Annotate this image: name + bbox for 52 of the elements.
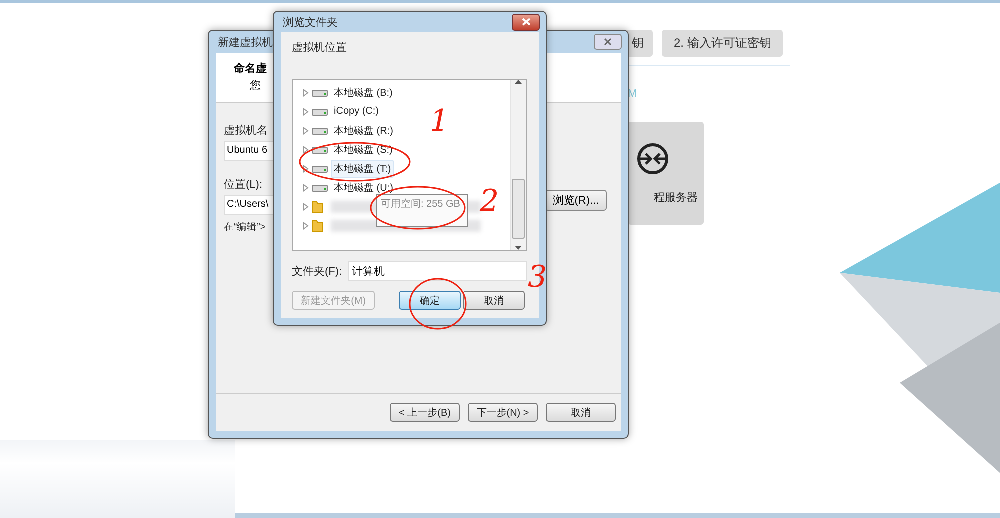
page-heading: 命名虚 bbox=[234, 62, 267, 76]
drive-icon bbox=[312, 183, 328, 192]
dialog-prompt: 虚拟机位置 bbox=[292, 40, 348, 55]
annotation-circle bbox=[409, 278, 467, 330]
dialog-button[interactable]: 取消 bbox=[463, 291, 525, 310]
connect-icon bbox=[636, 142, 670, 176]
section-label: M bbox=[628, 88, 638, 100]
tree-item[interactable]: 本地磁盘 (T:) bbox=[331, 160, 394, 178]
close-icon bbox=[604, 38, 612, 46]
expand-icon[interactable] bbox=[303, 126, 309, 134]
dialog-button[interactable]: 确定 bbox=[399, 291, 462, 310]
expand-icon[interactable] bbox=[303, 222, 309, 230]
name-label: 虚拟机名 bbox=[224, 124, 268, 138]
expand-icon[interactable] bbox=[303, 146, 309, 154]
expand-icon[interactable] bbox=[303, 164, 309, 172]
annotation-number: 1 bbox=[430, 104, 450, 139]
expand-icon[interactable] bbox=[303, 108, 309, 116]
hint-text: 在“编辑”> bbox=[224, 221, 266, 234]
drive-icon bbox=[312, 126, 328, 135]
close-button[interactable] bbox=[594, 34, 622, 50]
dialog-title: 浏览文件夹 bbox=[283, 16, 338, 30]
tree-item[interactable]: 本地磁盘 (R:) bbox=[331, 122, 396, 140]
wizard-button[interactable]: 取消 bbox=[546, 403, 616, 422]
folder-label: 文件夹(F): bbox=[292, 264, 342, 278]
window-title: 新建虚拟机 bbox=[218, 36, 273, 50]
drive-icon bbox=[312, 107, 328, 116]
expand-icon[interactable] bbox=[303, 184, 309, 192]
drive-icon bbox=[312, 88, 328, 97]
scroll-up-icon[interactable] bbox=[515, 80, 522, 84]
expand-icon[interactable] bbox=[303, 202, 309, 210]
folder-icon bbox=[312, 218, 324, 232]
expand-icon[interactable] bbox=[303, 88, 309, 96]
remote-server-card[interactable]: 程服务器 bbox=[628, 122, 704, 225]
browse-button[interactable]: 浏览(R)... bbox=[545, 190, 607, 211]
wizard-button[interactable]: < 上一步(B) bbox=[390, 403, 460, 422]
drive-icon bbox=[312, 164, 328, 173]
annotation-number: 2 bbox=[480, 184, 500, 219]
tree-item[interactable]: 本地磁盘 (U:) bbox=[331, 178, 396, 196]
tree-item[interactable]: iCopy (C:) bbox=[331, 104, 382, 119]
location-label: 位置(L): bbox=[224, 178, 262, 192]
wizard-button[interactable]: 下一步(N) > bbox=[468, 403, 538, 422]
annotation-number: 3 bbox=[528, 260, 548, 295]
scroll-down-icon[interactable] bbox=[515, 246, 522, 250]
folder-field[interactable]: 计算机 bbox=[348, 261, 527, 281]
close-button[interactable] bbox=[512, 14, 540, 30]
tooltip: 可用空间: 255 GB bbox=[376, 194, 468, 227]
folder-icon bbox=[312, 200, 324, 214]
close-icon bbox=[522, 18, 530, 26]
page-subheading: 您 bbox=[250, 79, 261, 93]
tree-item[interactable]: 本地磁盘 (B:) bbox=[331, 84, 396, 102]
step-tab[interactable]: 2. 输入许可证密钥 bbox=[662, 30, 784, 57]
scrollbar[interactable] bbox=[510, 80, 526, 250]
